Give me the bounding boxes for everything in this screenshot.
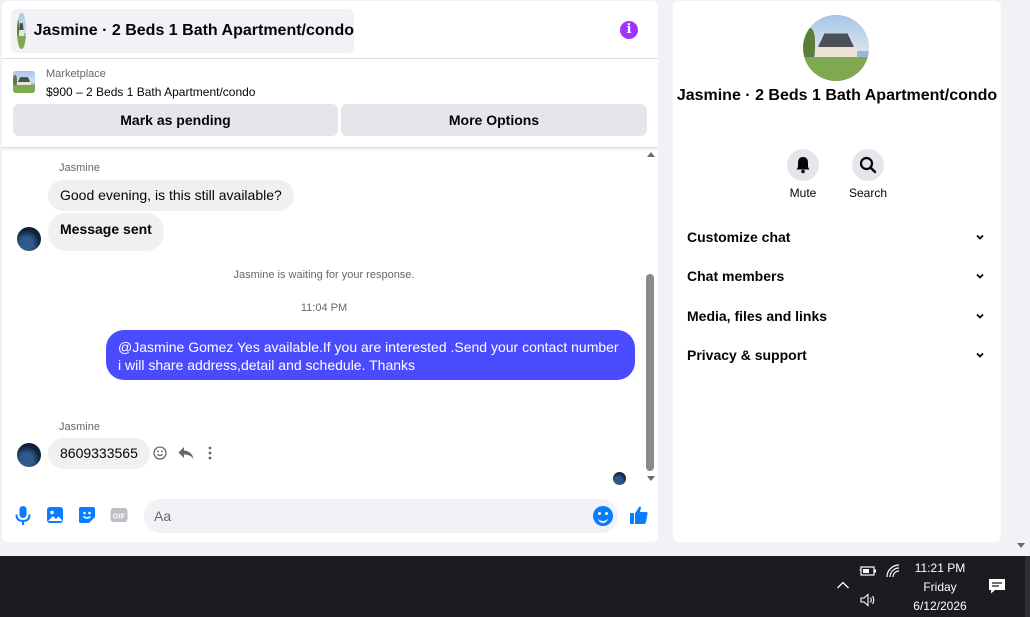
info-panel-title: Jasmine · 2 Beds 1 Bath Apartment/condo bbox=[676, 87, 998, 104]
message-timestamp: 11:04 PM bbox=[300, 302, 348, 314]
section-label: Privacy & support bbox=[687, 347, 807, 363]
thumbs-up-icon[interactable] bbox=[628, 504, 650, 526]
clock-day[interactable]: Friday bbox=[905, 580, 975, 594]
waiting-note: Jasmine is waiting for your response. bbox=[233, 269, 415, 281]
chevron-down-icon bbox=[976, 234, 984, 240]
more-options-button[interactable]: More Options bbox=[341, 104, 647, 136]
scroll-down-arrow-icon[interactable] bbox=[647, 476, 655, 481]
message-list[interactable]: Jasmine Good evening, is this still avai… bbox=[2, 149, 658, 489]
page-scroll-down-arrow-icon[interactable] bbox=[1017, 543, 1025, 548]
message-scrollbar[interactable] bbox=[645, 149, 655, 485]
incoming-message[interactable]: Good evening, is this still available? bbox=[48, 180, 294, 211]
chevron-down-icon bbox=[976, 273, 984, 279]
section-label: Chat members bbox=[687, 268, 785, 284]
seen-indicator-avatar bbox=[613, 472, 626, 485]
incoming-message[interactable]: Message sent bbox=[48, 213, 164, 251]
section-chat-members[interactable]: Chat members bbox=[687, 268, 987, 288]
microphone-icon[interactable] bbox=[12, 504, 34, 526]
clock-time[interactable]: 11:21 PM bbox=[905, 561, 975, 575]
chat-header: Jasmine · 2 Beds 1 Bath Apartment/condo … bbox=[2, 1, 658, 59]
conversation-info-panel: Jasmine · 2 Beds 1 Bath Apartment/condo … bbox=[673, 1, 1001, 542]
emoji-icon[interactable] bbox=[593, 506, 613, 526]
react-icon[interactable] bbox=[153, 446, 167, 460]
incoming-message[interactable]: 8609333565 bbox=[48, 438, 150, 469]
reply-icon[interactable] bbox=[178, 446, 194, 460]
battery-icon[interactable] bbox=[859, 564, 877, 578]
mark-as-pending-button[interactable]: Mark as pending bbox=[13, 104, 338, 136]
listing-profile-photo[interactable] bbox=[803, 15, 869, 81]
scroll-up-arrow-icon[interactable] bbox=[647, 152, 655, 157]
conversation-title: Jasmine · 2 Beds 1 Bath Apartment/condo bbox=[33, 22, 354, 39]
listing-thumbnail[interactable] bbox=[13, 71, 35, 93]
message-composer: GIF bbox=[2, 493, 658, 539]
clock-date[interactable]: 6/12/2026 bbox=[905, 599, 975, 613]
svg-text:GIF: GIF bbox=[113, 512, 126, 521]
listing-price-title[interactable]: $900 – 2 Beds 1 Bath Apartment/condo bbox=[46, 85, 255, 99]
sender-avatar[interactable] bbox=[17, 227, 41, 251]
chevron-down-icon bbox=[976, 352, 984, 358]
outgoing-message[interactable]: @Jasmine Gomez Yes available.If you are … bbox=[106, 330, 635, 380]
bell-icon bbox=[796, 157, 810, 174]
listing-category: Marketplace bbox=[46, 68, 106, 80]
section-privacy-support[interactable]: Privacy & support bbox=[687, 347, 987, 367]
mute-button[interactable] bbox=[787, 149, 819, 181]
message-sender-name: Jasmine bbox=[59, 421, 100, 433]
chevron-down-icon bbox=[976, 313, 984, 319]
sticker-icon[interactable] bbox=[76, 504, 98, 526]
section-media-files-links[interactable]: Media, files and links bbox=[687, 308, 987, 328]
section-label: Media, files and links bbox=[687, 308, 828, 324]
chevron-up-icon[interactable] bbox=[836, 580, 850, 590]
show-desktop-button[interactable] bbox=[1025, 556, 1030, 617]
windows-taskbar: 11:21 PM Friday 6/12/2026 bbox=[0, 556, 1030, 617]
search-label: Search bbox=[848, 186, 888, 200]
more-actions-icon[interactable] bbox=[207, 446, 213, 460]
message-input[interactable] bbox=[144, 499, 618, 533]
mute-label: Mute bbox=[789, 186, 817, 200]
section-label: Customize chat bbox=[687, 229, 791, 245]
wifi-icon[interactable] bbox=[885, 563, 901, 579]
message-sender-name: Jasmine bbox=[59, 162, 100, 174]
search-icon bbox=[859, 156, 877, 174]
notifications-icon[interactable] bbox=[987, 576, 1007, 596]
info-icon[interactable]: i bbox=[620, 21, 638, 39]
conversation-title-button[interactable]: Jasmine · 2 Beds 1 Bath Apartment/condo bbox=[11, 9, 354, 53]
scrollbar-thumb[interactable] bbox=[646, 274, 654, 471]
sender-avatar[interactable] bbox=[17, 443, 41, 467]
gif-icon[interactable]: GIF bbox=[108, 504, 130, 526]
search-button[interactable] bbox=[852, 149, 884, 181]
photo-icon[interactable] bbox=[44, 504, 66, 526]
chat-panel: Jasmine · 2 Beds 1 Bath Apartment/condo … bbox=[2, 1, 658, 542]
volume-icon[interactable] bbox=[859, 592, 877, 608]
section-customize-chat[interactable]: Customize chat bbox=[687, 229, 987, 249]
listing-avatar bbox=[17, 13, 26, 49]
marketplace-listing-bar: Marketplace $900 – 2 Beds 1 Bath Apartme… bbox=[2, 60, 658, 148]
